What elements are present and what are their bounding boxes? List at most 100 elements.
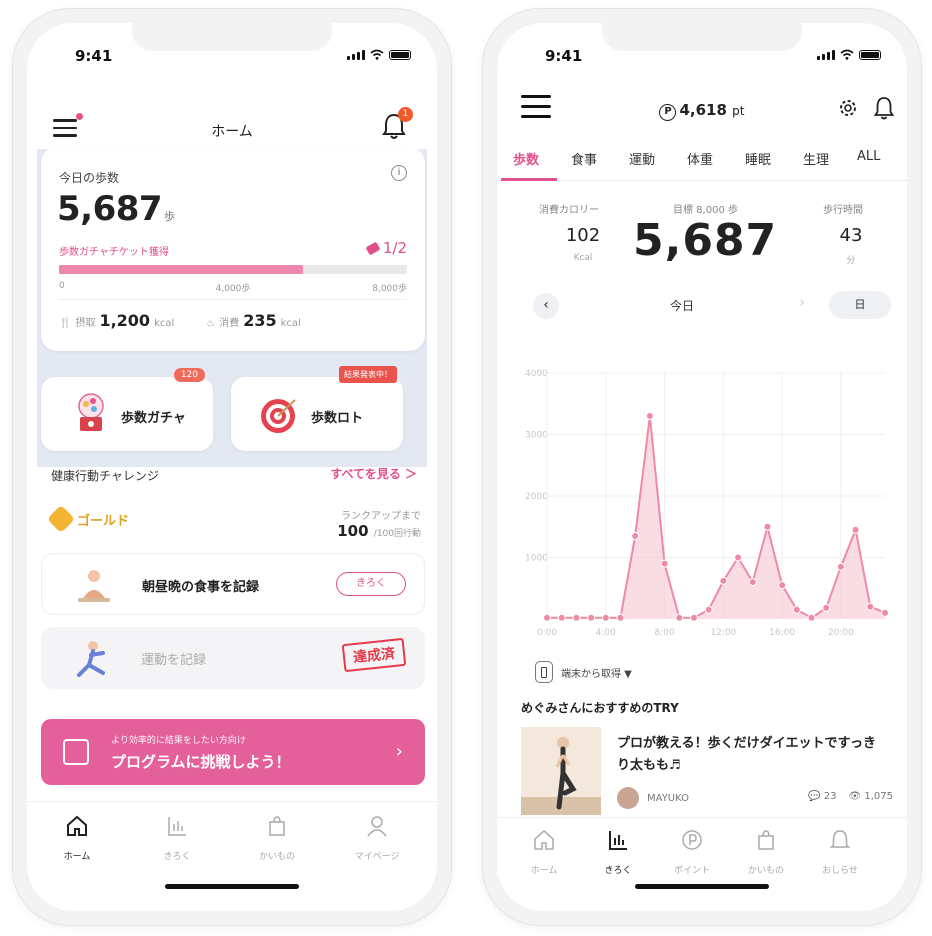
data-point bbox=[822, 603, 831, 612]
data-point bbox=[631, 531, 640, 540]
recommend-title: めぐみさんにおすすめのTRY bbox=[521, 701, 679, 715]
record-button[interactable]: きろく bbox=[336, 572, 406, 596]
task-exercise-record[interactable]: 運動を記録 達成済 bbox=[41, 627, 425, 689]
tab-label: ホーム bbox=[530, 866, 558, 876]
phone-icon bbox=[535, 661, 553, 683]
rank-badge: ゴールド bbox=[46, 504, 129, 534]
data-point bbox=[675, 613, 684, 622]
gold-rank-icon bbox=[46, 504, 76, 534]
period-unit-toggle[interactable]: 日 bbox=[829, 291, 891, 319]
tab-period[interactable]: 生理 bbox=[803, 149, 829, 168]
tab-home[interactable]: ホーム bbox=[509, 828, 579, 876]
tab-shopping[interactable]: かいもの bbox=[237, 814, 317, 862]
app-header: P 4,618 pt bbox=[483, 87, 921, 135]
burn-label: 消費 bbox=[219, 318, 240, 329]
exercise-person-icon bbox=[77, 641, 105, 677]
data-point bbox=[748, 578, 757, 587]
page-title: ホーム bbox=[211, 124, 253, 140]
tab-all[interactable]: ALL bbox=[857, 149, 880, 164]
ticket-icon bbox=[365, 241, 381, 255]
point-icon bbox=[682, 830, 702, 850]
status-bar: 9:41 bbox=[497, 23, 907, 73]
see-all-link[interactable]: すべてを見る ＞ bbox=[330, 465, 417, 482]
program-banner[interactable]: より効率的に結果をしたい方向け プログラムに挑戦しよう！ › bbox=[41, 719, 425, 785]
bell-icon[interactable] bbox=[873, 95, 895, 121]
bottom-tab-bar: ホーム きろく ポイント かいもの おしらせ bbox=[497, 817, 907, 877]
tab-notice[interactable]: おしらせ bbox=[805, 828, 875, 876]
date-label: 今日 bbox=[669, 299, 694, 313]
calorie-label: 消費カロリー bbox=[539, 205, 599, 216]
steps-area bbox=[547, 416, 885, 619]
tab-mypage[interactable]: マイページ bbox=[337, 814, 417, 862]
person-icon bbox=[367, 816, 387, 837]
bell-icon[interactable]: 1 bbox=[381, 107, 413, 141]
gacha-label: 歩数ガチャ bbox=[121, 411, 186, 426]
tab-shopping[interactable]: かいもの bbox=[731, 828, 801, 876]
task-meal-record[interactable]: 朝昼晩の食事を記録 きろく bbox=[41, 553, 425, 615]
data-point bbox=[616, 613, 625, 622]
tab-home[interactable]: ホーム bbox=[37, 814, 117, 862]
data-point bbox=[792, 605, 801, 614]
wifi-icon bbox=[370, 49, 384, 60]
gacha-button[interactable]: 120 歩数ガチャ bbox=[41, 368, 213, 451]
tab-meal[interactable]: 食事 bbox=[571, 149, 597, 168]
data-point bbox=[836, 562, 845, 571]
hourly-steps-chart: 1000 2000 3000 4000 0:00 4:00 8:00 12:00 16:00 20… bbox=[525, 369, 889, 638]
status-icons bbox=[347, 49, 411, 60]
data-point bbox=[851, 525, 860, 534]
calorie-value: 102 bbox=[565, 225, 601, 246]
active-tab-indicator bbox=[501, 178, 557, 181]
ticket-count: 1/2 bbox=[365, 239, 407, 257]
data-point bbox=[807, 613, 816, 622]
tab-point[interactable]: ポイント bbox=[657, 828, 727, 876]
goal-label: 目標 8,000 歩 bbox=[673, 205, 738, 216]
steps-count-value: 5,687 bbox=[57, 189, 163, 229]
steps-card[interactable]: 今日の歩数 i 5,687 歩 歩数ガチャチケット獲得 1/2 0 4,000歩 … bbox=[41, 147, 425, 351]
data-point bbox=[572, 613, 581, 622]
data-point bbox=[601, 613, 610, 622]
burn-unit: kcal bbox=[280, 318, 301, 329]
task-label: 運動を記録 bbox=[141, 653, 207, 668]
comment-count: 💬 23 bbox=[808, 791, 836, 802]
lotto-button[interactable]: 結果発表中！ 歩数ロト bbox=[231, 366, 403, 451]
info-icon[interactable]: i bbox=[391, 165, 407, 181]
tab-record[interactable]: きろく bbox=[137, 814, 217, 862]
gear-icon[interactable] bbox=[837, 97, 859, 119]
lotto-label: 歩数ロト bbox=[311, 411, 364, 426]
x-tick-label: 8:00 bbox=[654, 628, 674, 638]
comment-icon: 💬 bbox=[808, 791, 821, 802]
lotto-badge: 結果発表中！ bbox=[339, 366, 397, 383]
right-phone-frame: 9:41 P 4,618 pt 歩数 食事 運動 体重 睡眠 生理 ALL 消費カ… bbox=[482, 8, 922, 926]
chevron-right-icon[interactable]: › bbox=[799, 295, 805, 311]
gacha-badge: 120 bbox=[173, 368, 205, 382]
signal-icon bbox=[347, 50, 365, 60]
tab-record[interactable]: きろく bbox=[583, 828, 653, 876]
walk-time-label: 歩行時間 bbox=[823, 205, 863, 216]
points-unit: pt bbox=[732, 104, 745, 118]
divider bbox=[59, 299, 407, 300]
data-point bbox=[557, 613, 566, 622]
tab-weight[interactable]: 体重 bbox=[687, 149, 713, 168]
view-count-value: 1,075 bbox=[864, 791, 893, 802]
tab-exercise[interactable]: 運動 bbox=[629, 149, 655, 168]
article-title[interactable]: プロが教える！歩くだけダイエットですっきり太もも♬ bbox=[617, 733, 887, 777]
y-tick-label: 3000 bbox=[525, 431, 548, 441]
article-thumbnail[interactable] bbox=[521, 727, 601, 815]
steps-progress-bar bbox=[59, 265, 407, 274]
tab-steps[interactable]: 歩数 bbox=[513, 149, 539, 168]
data-point bbox=[719, 576, 728, 585]
challenge-title: 健康行動チャレンジ bbox=[51, 469, 159, 483]
app-header: ホーム 1 bbox=[27, 93, 437, 149]
tab-sleep[interactable]: 睡眠 bbox=[745, 149, 771, 168]
status-icons bbox=[817, 49, 881, 60]
calorie-unit: Kcal bbox=[573, 253, 593, 263]
walk-time-value: 43 bbox=[839, 225, 863, 246]
eating-person-icon bbox=[78, 570, 110, 602]
calorie-row: 🍴 摂取 1,200 kcal ♨ 消費 235 kcal bbox=[59, 311, 301, 330]
steps-card-label: 今日の歩数 bbox=[59, 171, 120, 185]
data-source-selector[interactable]: 端末から取得 ▼ bbox=[535, 661, 632, 683]
wifi-icon bbox=[840, 49, 854, 60]
rank-count: 100 /100回行動 bbox=[337, 522, 421, 540]
intake-unit: kcal bbox=[154, 318, 175, 329]
home-indicator bbox=[635, 884, 769, 889]
